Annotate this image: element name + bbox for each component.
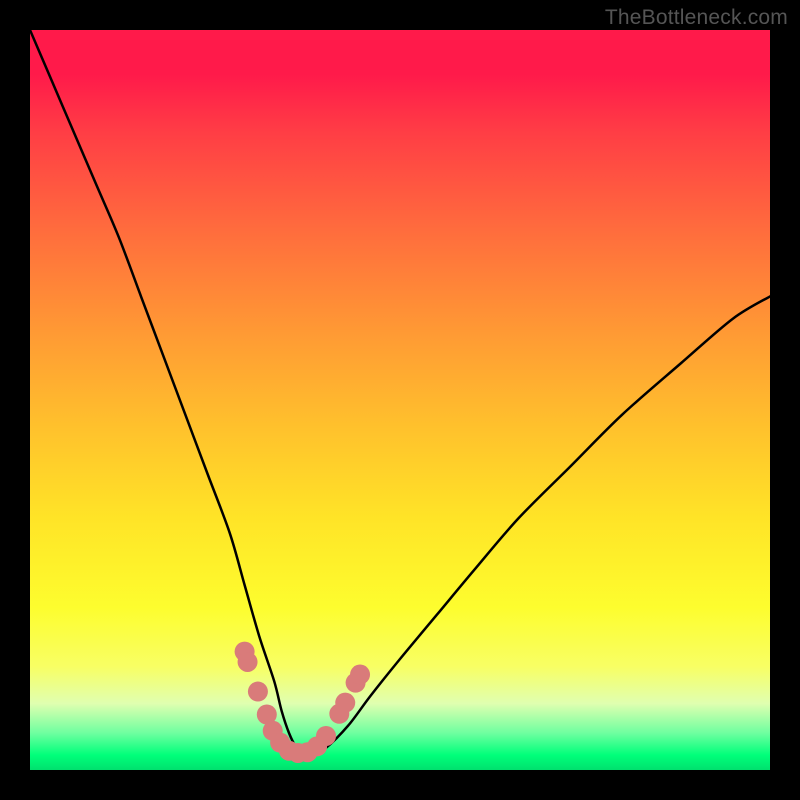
marker-dot: [248, 682, 268, 702]
marker-dot: [298, 742, 318, 762]
curve-markers: [235, 642, 370, 763]
chart-frame: TheBottleneck.com: [0, 0, 800, 800]
bottleneck-curve: [30, 30, 770, 756]
marker-dot: [346, 673, 366, 693]
marker-dot: [257, 705, 277, 725]
marker-dot: [279, 741, 299, 761]
marker-dot: [238, 652, 258, 672]
marker-dot: [270, 733, 290, 753]
marker-dot: [288, 743, 308, 763]
marker-dot: [350, 665, 370, 685]
watermark-text: TheBottleneck.com: [605, 6, 788, 30]
curve-layer: [30, 30, 770, 770]
marker-dot: [307, 736, 327, 756]
marker-dot: [235, 642, 255, 662]
marker-dot: [335, 693, 355, 713]
marker-dot: [316, 726, 336, 746]
marker-dot: [263, 721, 283, 741]
plot-area: [30, 30, 770, 770]
marker-dot: [329, 704, 349, 724]
